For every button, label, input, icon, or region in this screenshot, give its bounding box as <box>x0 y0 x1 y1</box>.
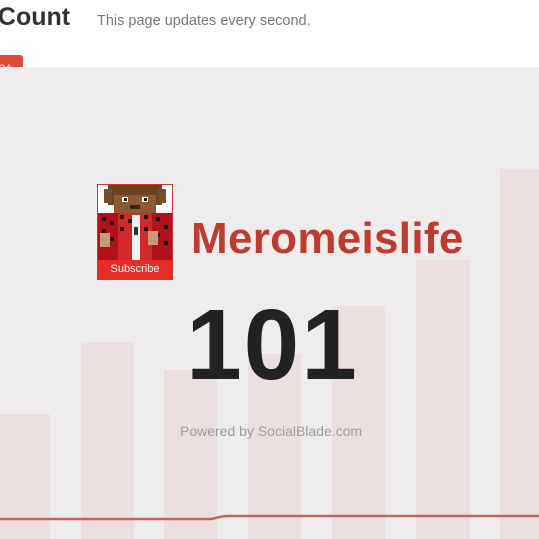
channel-name[interactable]: Meromeislife <box>191 214 464 264</box>
subscriber-count: 101 <box>186 289 359 401</box>
page-subtitle: This page updates every second. <box>97 13 311 29</box>
subscriber-trend-line <box>0 514 539 521</box>
page-title-text: Count <box>0 3 71 31</box>
subscribe-button[interactable]: Subscribe <box>98 260 172 279</box>
page-title: ' Count <box>0 3 70 32</box>
channel-avatar[interactable]: Subscribe <box>97 184 173 280</box>
page-header: ' Count This page updates every second. … <box>0 0 539 79</box>
powered-by-link[interactable]: Powered by SocialBlade.com <box>180 423 362 439</box>
live-count-panel: Subscribe Meromeislife 101 Powered by So… <box>0 67 539 539</box>
trend-line-path <box>0 514 539 521</box>
minecraft-avatar-image <box>98 185 172 260</box>
